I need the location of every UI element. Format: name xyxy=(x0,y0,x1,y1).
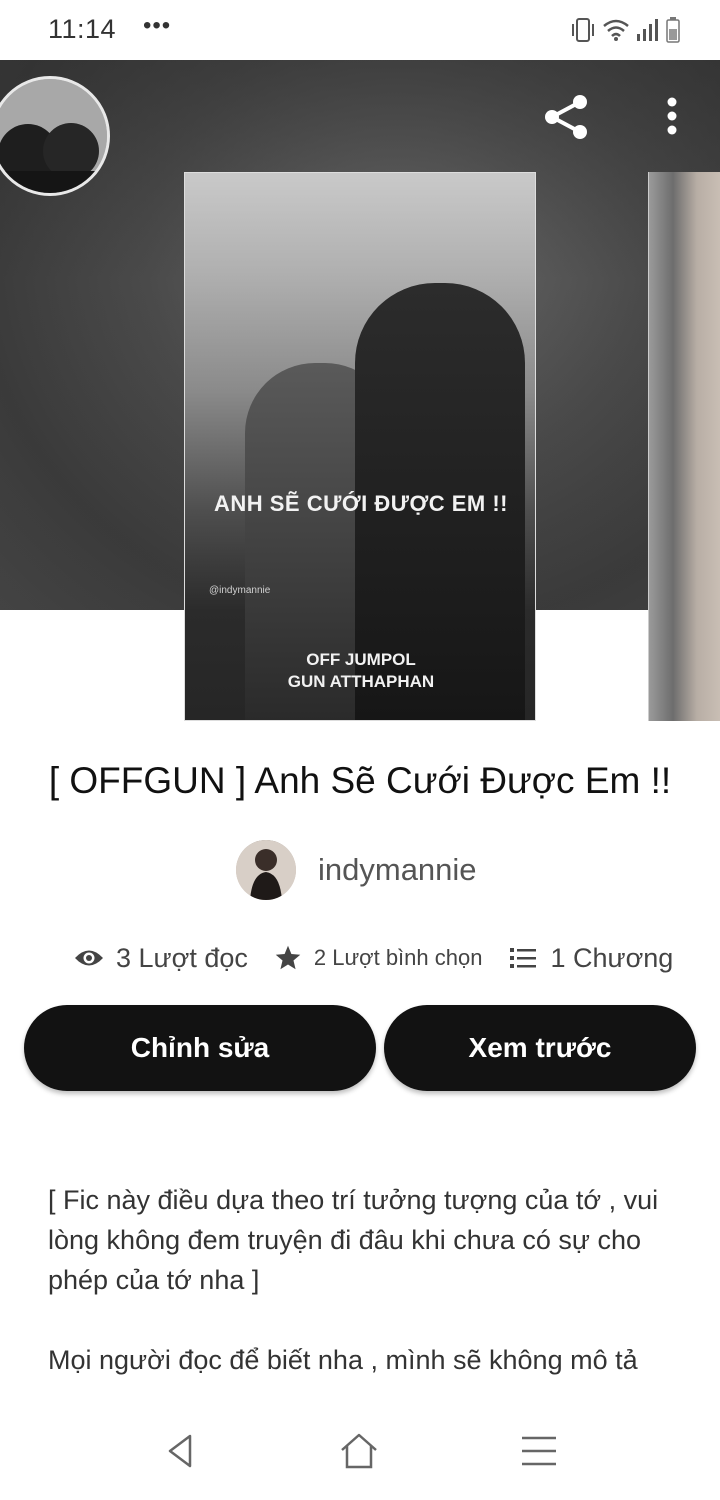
edit-button[interactable]: Chỉnh sửa xyxy=(24,1005,376,1091)
votes-count: 2 Lượt bình chọn xyxy=(313,945,483,970)
more-vertical-icon[interactable] xyxy=(656,94,688,138)
vibrate-icon xyxy=(572,18,594,42)
cover-watermark: @indymannie xyxy=(209,585,271,596)
reads-stat: 3 Lượt đọc xyxy=(74,943,248,974)
status-bar: 11:14 ••• xyxy=(0,0,720,60)
star-icon xyxy=(275,945,301,970)
wifi-icon xyxy=(603,19,629,41)
chapters-count: 1 Chương xyxy=(550,942,674,973)
cover-name-line: GUN ATTHAPHAN xyxy=(287,672,435,691)
share-icon[interactable] xyxy=(540,90,594,144)
cover-names: OFF JUMPOL GUN ATTHAPHAN xyxy=(185,649,535,693)
author-name: indymannie xyxy=(318,852,477,887)
author-avatar xyxy=(236,840,296,900)
author-link[interactable]: indymannie xyxy=(236,840,477,900)
back-icon[interactable] xyxy=(158,1428,204,1474)
reads-count: 3 Lượt đọc xyxy=(116,942,248,973)
signal-icon xyxy=(637,19,658,41)
preview-button[interactable]: Xem trước xyxy=(384,1005,696,1091)
description-paragraph: [ Fic này điều dựa theo trí tưởng tượng … xyxy=(48,1185,659,1295)
list-icon xyxy=(510,948,537,968)
story-description: [ Fic này điều dựa theo trí tưởng tượng … xyxy=(48,1180,688,1420)
story-title: [ OFFGUN ] Anh Sẽ Cưới Được Em !! xyxy=(48,760,672,801)
cover-title: ANH SẼ CƯỚI ĐƯỢC EM !! xyxy=(213,491,509,516)
status-time: 11:14 xyxy=(48,14,117,44)
menu-icon[interactable] xyxy=(516,1428,562,1474)
navigation-bar xyxy=(0,1400,720,1500)
eye-icon xyxy=(75,950,103,966)
next-story-cover[interactable] xyxy=(648,172,720,721)
home-icon[interactable] xyxy=(336,1428,382,1474)
status-icons xyxy=(570,16,680,44)
story-stats: 3 Lượt đọc 2 Lượt bình chọn 1 Chương xyxy=(74,936,673,980)
description-paragraph: Mọi người đọc để biết nha , mình sẽ khôn… xyxy=(48,1345,638,1375)
votes-stat: 2 Lượt bình chọn xyxy=(274,944,483,972)
chapters-stat: 1 Chương xyxy=(510,943,673,974)
story-cover[interactable]: ANH SẼ CƯỚI ĐƯỢC EM !! @indymannie OFF J… xyxy=(184,172,536,721)
notification-dots: ••• xyxy=(143,12,172,39)
battery-icon xyxy=(666,17,680,43)
cover-name-line: OFF JUMPOL xyxy=(306,650,416,669)
